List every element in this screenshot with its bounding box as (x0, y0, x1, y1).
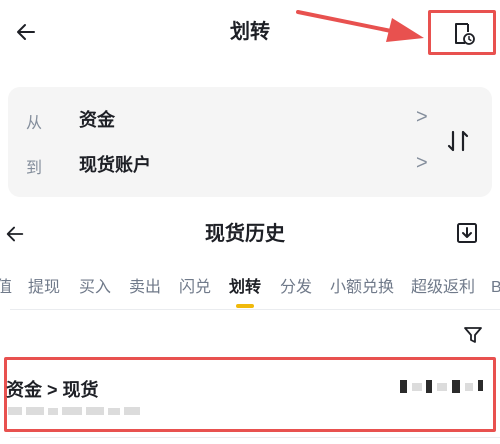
tab-convert[interactable]: 闪兑 (179, 276, 211, 300)
chevron-right-icon[interactable]: > (416, 153, 428, 173)
annotation-arrow (296, 10, 424, 42)
chevron-right-icon[interactable]: > (416, 107, 428, 127)
active-tab-indicator (236, 304, 254, 308)
transfer-history-button[interactable] (428, 10, 496, 55)
tab-buy[interactable]: 买入 (79, 276, 111, 300)
tab-transfer[interactable]: 划转 (229, 276, 261, 300)
history-title: 现货历史 (205, 223, 285, 245)
tab-sell[interactable]: 卖出 (129, 276, 161, 300)
to-account-select[interactable]: 现货账户 (79, 151, 151, 177)
to-label: 到 (26, 160, 43, 177)
tab-deposit[interactable]: 值 (0, 276, 12, 300)
tab-distribution[interactable]: 分发 (280, 276, 312, 300)
tab-withdraw[interactable]: 提现 (28, 276, 60, 300)
download-icon[interactable] (456, 222, 478, 244)
tab-super-rebate[interactable]: 超级返利 (411, 276, 475, 300)
from-account-select[interactable]: 资金 (79, 106, 115, 132)
tab-more[interactable]: B (491, 276, 500, 300)
transfer-card (8, 87, 492, 197)
from-label: 从 (26, 115, 43, 132)
divider (10, 309, 500, 310)
divider (10, 437, 500, 438)
record-title: 资金 > 现货 (6, 380, 99, 400)
filter-icon[interactable] (463, 325, 483, 345)
document-clock-icon (455, 23, 475, 45)
swap-vertical-icon[interactable] (445, 128, 471, 154)
tab-small-convert[interactable]: 小额兑换 (330, 276, 394, 300)
